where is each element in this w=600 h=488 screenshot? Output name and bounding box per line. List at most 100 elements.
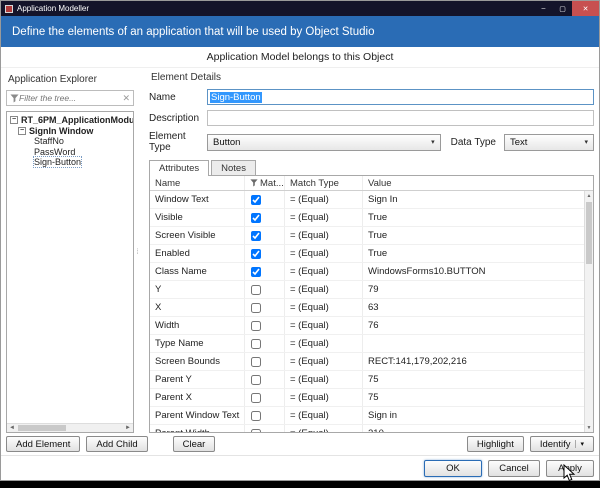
attribute-row[interactable]: Width = (Equal) 76 — [150, 317, 593, 335]
attribute-row[interactable]: Parent Y = (Equal) 75 — [150, 371, 593, 389]
attribute-match-checkbox[interactable] — [251, 410, 261, 421]
tree-item-rt-6pm-applicationmoduler[interactable]: − RT_6PM_ApplicationModuler — [7, 115, 133, 126]
scrollbar-thumb[interactable] — [586, 202, 592, 264]
attributes-table-header: Name Mat... Match Type Value — [150, 176, 593, 191]
attribute-match-checkbox[interactable] — [251, 212, 261, 223]
attribute-match-checkbox[interactable] — [251, 248, 261, 259]
tree-expander-icon[interactable]: − — [10, 116, 18, 125]
attribute-row[interactable]: Class Name = (Equal) WindowsForms10.BUTTON — [150, 263, 593, 281]
scroll-up-icon[interactable]: ▲ — [585, 191, 593, 200]
attribute-name: Type Name — [150, 335, 245, 352]
table-vertical-scrollbar[interactable]: ▲ ▼ — [584, 191, 593, 432]
attribute-row[interactable]: Type Name = (Equal) — [150, 335, 593, 353]
close-icon[interactable]: ✕ — [572, 1, 599, 16]
attribute-name: Parent X — [150, 389, 245, 406]
tab-notes[interactable]: Notes — [211, 160, 256, 176]
element-type-dropdown[interactable]: Button ▾ — [207, 133, 441, 151]
attribute-value: 210 — [363, 425, 593, 432]
attribute-match-checkbox[interactable] — [251, 338, 261, 349]
cancel-button[interactable]: Cancel — [488, 459, 540, 477]
banner-text: Define the elements of an application th… — [12, 25, 375, 38]
attribute-match-cell — [245, 263, 285, 280]
scrollbar-track[interactable] — [17, 424, 123, 432]
identify-button-label: Identify — [539, 438, 571, 450]
attribute-match-checkbox[interactable] — [251, 356, 261, 367]
header-match-flag[interactable]: Mat... — [245, 176, 285, 190]
minimize-icon[interactable]: – — [534, 1, 553, 16]
filter-clear-icon[interactable]: ✕ — [120, 93, 130, 104]
data-type-label: Data Type — [450, 136, 496, 148]
application-tree: − RT_6PM_ApplicationModuler − SignIn Window… — [6, 111, 134, 433]
tree-item-label: PassWord — [34, 146, 76, 157]
attribute-match-type: = (Equal) — [285, 227, 363, 244]
explorer-title: Application Explorer — [8, 74, 97, 85]
attribute-row[interactable]: X = (Equal) 63 — [150, 299, 593, 317]
attribute-row[interactable]: Screen Bounds = (Equal) RECT:141,179,202,2… — [150, 353, 593, 371]
attribute-match-type: = (Equal) — [285, 425, 363, 432]
add-child-button[interactable]: Add Child — [86, 436, 148, 452]
name-input[interactable]: Sign-Button — [207, 89, 594, 105]
header-value[interactable]: Value — [363, 176, 593, 190]
scroll-right-icon[interactable]: ► — [123, 424, 133, 432]
tree-item-staffno[interactable]: StaffNo — [7, 136, 133, 147]
ok-button[interactable]: OK — [424, 459, 482, 477]
attribute-match-checkbox[interactable] — [251, 194, 261, 205]
element-type-label: Element Type — [149, 131, 186, 153]
attribute-match-cell — [245, 299, 285, 316]
attribute-match-type: = (Equal) — [285, 335, 363, 352]
add-element-button[interactable]: Add Element — [6, 436, 81, 452]
panel-splitter[interactable]: ⁞ — [134, 72, 141, 433]
attribute-match-cell — [245, 389, 285, 406]
tree-expander-icon[interactable]: − — [18, 126, 26, 135]
tree-item-sign-button[interactable]: Sign-Button — [7, 156, 133, 169]
attribute-row[interactable]: Window Text = (Equal) Sign In — [150, 191, 593, 209]
description-input[interactable] — [207, 110, 594, 126]
attribute-name: Visible — [150, 209, 245, 226]
attribute-row[interactable]: Parent X = (Equal) 75 — [150, 389, 593, 407]
scroll-down-icon[interactable]: ▼ — [585, 423, 593, 432]
element-type-value: Button — [213, 136, 241, 148]
attribute-row[interactable]: Visible = (Equal) True — [150, 209, 593, 227]
identify-button[interactable]: Identify ▾ — [529, 436, 594, 452]
dialog-footer: OK Cancel Apply — [1, 455, 599, 480]
attribute-match-checkbox[interactable] — [251, 284, 261, 295]
header-match-type[interactable]: Match Type — [285, 176, 363, 190]
attribute-match-cell — [245, 371, 285, 388]
scroll-left-icon[interactable]: ◄ — [7, 424, 17, 432]
attribute-match-checkbox[interactable] — [251, 266, 261, 277]
attribute-row[interactable]: Y = (Equal) 79 — [150, 281, 593, 299]
attribute-match-checkbox[interactable] — [251, 320, 261, 331]
data-type-dropdown[interactable]: Text ▾ — [504, 133, 594, 151]
attributes-table: Name Mat... Match Type Value Window Text… — [149, 175, 594, 433]
attribute-match-checkbox[interactable] — [251, 230, 261, 241]
attribute-row[interactable]: Parent Width = (Equal)210 — [150, 425, 593, 432]
tree-item-password[interactable]: PassWord — [7, 147, 133, 158]
attribute-value: 75 — [368, 374, 379, 385]
subtitle-text: Application Model belongs to this Object — [206, 51, 394, 63]
scrollbar-thumb[interactable] — [18, 425, 66, 431]
header-name[interactable]: Name — [150, 176, 245, 190]
attribute-name: Screen Bounds — [150, 353, 245, 370]
attribute-match-checkbox[interactable] — [251, 374, 261, 385]
attribute-value: 63 — [368, 302, 379, 313]
tree-filter-input[interactable] — [19, 93, 121, 103]
attribute-match-cell — [245, 191, 285, 208]
attribute-match-cell — [245, 335, 285, 352]
clear-button[interactable]: Clear — [172, 436, 216, 452]
description-label: Description — [149, 112, 200, 124]
attribute-row[interactable]: Screen Visible = (Equal) True — [150, 227, 593, 245]
tree-item-signin-window[interactable]: − SignIn Window — [7, 126, 133, 137]
attribute-match-checkbox[interactable] — [251, 392, 261, 403]
tree-horizontal-scrollbar[interactable]: ◄ ► — [7, 423, 133, 432]
tab-attributes[interactable]: Attributes — [149, 160, 210, 176]
application-modeller-window: Application Modeller – ▢ ✕ Define the el… — [0, 0, 600, 481]
highlight-button[interactable]: Highlight — [466, 436, 524, 452]
attribute-row[interactable]: Enabled = (Equal) True — [150, 245, 593, 263]
attribute-match-checkbox[interactable] — [251, 302, 261, 313]
attribute-row[interactable]: Parent Window Text = (Equal) Sign in — [150, 407, 593, 425]
attribute-match-type: = (Equal) — [285, 245, 363, 262]
attribute-match-type: = (Equal) — [285, 317, 363, 334]
filter-funnel-icon — [10, 93, 19, 102]
maximize-icon[interactable]: ▢ — [553, 1, 572, 16]
attribute-match-checkbox[interactable] — [251, 428, 261, 432]
